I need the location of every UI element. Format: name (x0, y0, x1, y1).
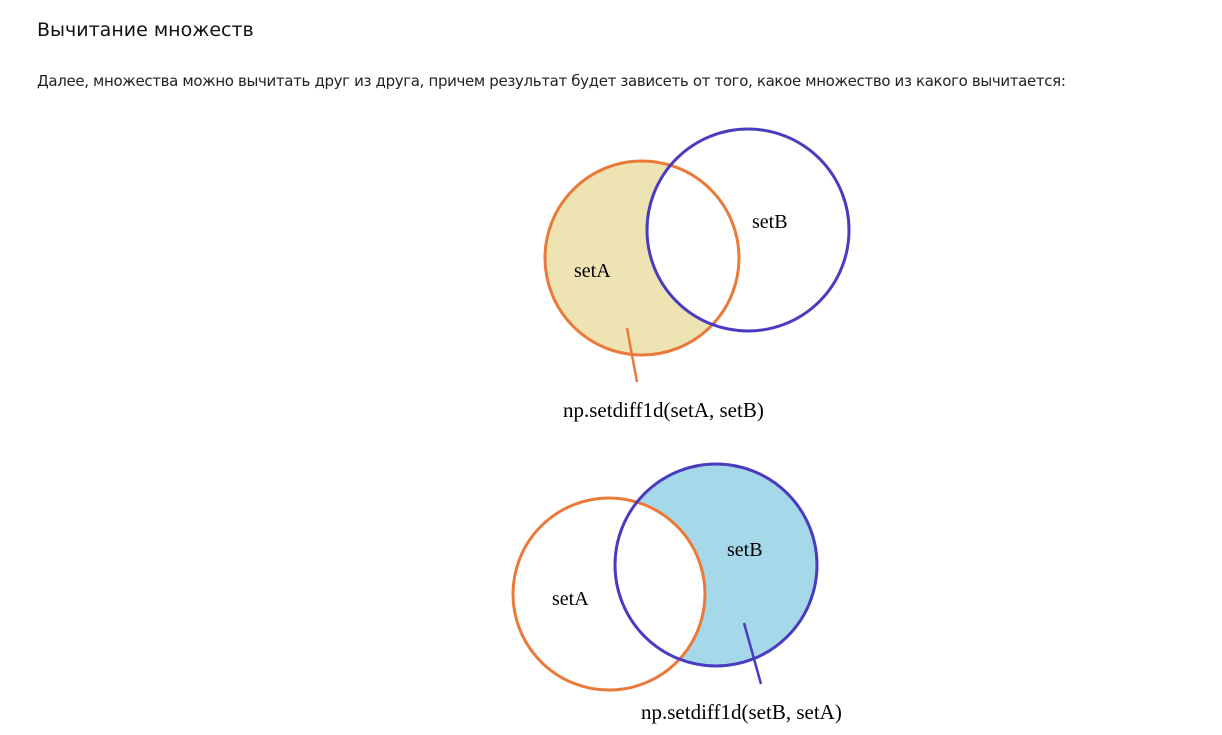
venn-diagrams: setA setB np.setdiff1d(setA, setB) setA … (511, 127, 851, 724)
set-a-label: setA (574, 260, 611, 282)
difference-caption: np.setdiff1d(setB, setA) (641, 700, 842, 724)
set-a-label: setA (552, 588, 589, 610)
set-b-label: setB (752, 211, 788, 233)
set-b-label: setB (727, 539, 763, 561)
difference-caption: np.setdiff1d(setA, setB) (563, 398, 764, 422)
venn-diagram-b-minus-a: setA setB np.setdiff1d(setB, setA) (511, 462, 842, 724)
venn-diagram-a-minus-b: setA setB np.setdiff1d(setA, setB) (543, 127, 851, 422)
